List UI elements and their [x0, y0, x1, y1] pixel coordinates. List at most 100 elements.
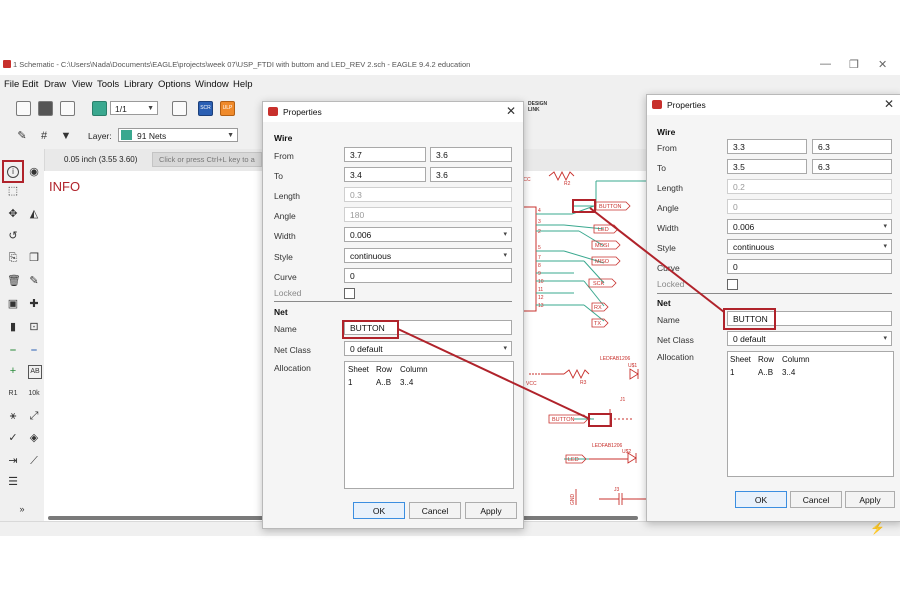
width-select[interactable]: 0.006 ▾	[344, 227, 512, 242]
cancel-button[interactable]: Cancel	[790, 491, 842, 508]
dialog-close-button[interactable]: ✕	[884, 97, 894, 111]
style-select[interactable]: continuous ▾	[727, 239, 892, 254]
alloc-cell-sheet: 1	[348, 378, 353, 387]
grid-icon[interactable]: #	[38, 130, 50, 142]
menu-file[interactable]: File	[4, 79, 19, 90]
add-part-icon[interactable]: ✚	[28, 298, 40, 310]
menu-edit[interactable]: Edit	[22, 79, 38, 90]
print-icon[interactable]	[60, 101, 75, 116]
netclass-select[interactable]: 0 default ▾	[727, 331, 892, 346]
group-icon[interactable]: ▣	[7, 298, 19, 310]
text-icon[interactable]: ☰	[7, 476, 19, 488]
label-icon[interactable]: AB	[28, 365, 42, 379]
line-icon[interactable]: ⟋	[28, 455, 40, 467]
ok-button[interactable]: OK	[735, 491, 787, 508]
pin-number: 2	[538, 229, 541, 235]
to-x-input[interactable]: 3.5	[727, 159, 807, 174]
alloc-header-sheet: Sheet	[730, 355, 751, 364]
from-y-input[interactable]: 6.3	[812, 139, 892, 154]
properties-dialog-left: Properties ✕ Wire From 3.7 3.6 To 3.4 3.…	[262, 101, 524, 529]
angle-input: 0	[727, 199, 892, 214]
menu-draw[interactable]: Draw	[44, 79, 66, 90]
menu-window[interactable]: Window	[195, 79, 229, 90]
style-label: Style	[657, 243, 676, 253]
erc-icon[interactable]: ✓	[7, 432, 19, 444]
rotate-icon[interactable]: ↺	[7, 230, 19, 242]
wrench-icon[interactable]: ✎	[28, 275, 40, 287]
junction-icon[interactable]: +	[7, 365, 19, 377]
paste-icon[interactable]: ❐	[28, 252, 40, 264]
net-label-led: LED	[598, 227, 609, 233]
to-y-input[interactable]: 6.3	[812, 159, 892, 174]
cam-icon[interactable]	[172, 101, 187, 116]
name-icon[interactable]: R1	[7, 388, 19, 400]
pin-number: 13	[538, 303, 544, 309]
draw-icon[interactable]: ✎	[16, 130, 28, 142]
from-x-input[interactable]: 3.3	[727, 139, 807, 154]
button-net-highlight-top	[572, 199, 596, 213]
minimize-button[interactable]: —	[820, 58, 831, 70]
apply-button[interactable]: Apply	[465, 502, 517, 519]
delete-icon[interactable]: 🗑	[7, 275, 21, 287]
maximize-button[interactable]: ❐	[849, 58, 859, 71]
show-icon[interactable]: ◉	[28, 166, 40, 178]
net-label-sck: SCK	[593, 281, 605, 287]
to-x-input[interactable]: 3.4	[344, 167, 426, 182]
apply-button[interactable]: Apply	[845, 491, 895, 508]
attribute-icon[interactable]: ⚹	[7, 410, 19, 422]
to-label: To	[274, 171, 283, 181]
bus-icon[interactable]: ⎯	[28, 344, 40, 356]
net-label-led-2: LED	[568, 457, 579, 463]
menu-options[interactable]: Options	[158, 79, 191, 90]
from-y-input[interactable]: 3.6	[430, 147, 512, 162]
net-label-mosi: MOSI	[595, 243, 610, 249]
net-label-rx: RX	[594, 305, 602, 311]
name-label: Name	[657, 315, 680, 325]
locked-checkbox[interactable]	[727, 279, 738, 290]
menu-library[interactable]: Library	[124, 79, 153, 90]
dialog-title: Properties	[667, 100, 706, 110]
new-file-icon[interactable]	[16, 101, 31, 116]
close-window-button[interactable]: ✕	[878, 58, 887, 71]
filter-icon[interactable]: ▼	[60, 130, 72, 142]
part-label-u2: U$2	[622, 449, 631, 455]
value-icon[interactable]: 10k	[28, 388, 40, 400]
script-icon[interactable]: SCR	[198, 101, 213, 116]
smash-icon[interactable]: ⤢	[28, 410, 40, 422]
pin-number: 4	[538, 208, 541, 214]
width-select[interactable]: 0.006 ▾	[727, 219, 892, 234]
sheet-icon[interactable]	[92, 101, 107, 116]
to-y-input[interactable]: 3.6	[430, 167, 512, 182]
select-icon[interactable]: ⬚	[7, 185, 19, 197]
layer-select[interactable]: 91 Nets ▼	[118, 128, 238, 142]
ulp-icon[interactable]: ULP	[220, 101, 235, 116]
curve-input[interactable]: 0	[344, 268, 512, 283]
chevron-down-icon: ▾	[503, 252, 507, 259]
netclass-select[interactable]: 0 default ▾	[344, 341, 512, 356]
copy-icon[interactable]: ⎘	[7, 252, 19, 264]
move-icon[interactable]: ✥	[7, 208, 19, 220]
cancel-button[interactable]: Cancel	[409, 502, 461, 519]
locked-checkbox[interactable]	[344, 288, 355, 299]
curve-input[interactable]: 0	[727, 259, 892, 274]
left-toolbox: i ◉ ⬚ ✥ ◭ ↺ ⎘ ❐ 🗑 ✎ ▣ ✚ ▮ ⊡ ⎯ ⎯ + AB R1 …	[0, 149, 45, 521]
dialog-close-button[interactable]: ✕	[506, 104, 516, 118]
command-line-input[interactable]: Click or press Ctrl+L key to a	[152, 152, 262, 167]
ok-button[interactable]: OK	[353, 502, 405, 519]
save-icon[interactable]	[38, 101, 53, 116]
net-icon[interactable]: ⎯	[7, 344, 19, 356]
tag-icon[interactable]: ◈	[28, 432, 40, 444]
sheet-select[interactable]: 1/1 ▼	[110, 101, 158, 115]
design-link-button[interactable]: DESIGN LINK	[528, 101, 554, 113]
properties-dialog-right: Properties ✕ Wire From 3.3 6.3 To 3.5 6.…	[646, 94, 900, 522]
mirror-icon[interactable]: ◭	[28, 208, 40, 220]
expand-icon[interactable]: »	[16, 503, 28, 515]
menu-view[interactable]: View	[72, 79, 92, 90]
pin-swap-icon[interactable]: ⇥	[7, 455, 19, 467]
style-select[interactable]: continuous ▾	[344, 248, 512, 263]
menu-tools[interactable]: Tools	[97, 79, 119, 90]
gate-icon[interactable]: ▮	[7, 321, 19, 333]
from-x-input[interactable]: 3.7	[344, 147, 426, 162]
menu-help[interactable]: Help	[233, 79, 253, 90]
split-icon[interactable]: ⊡	[28, 321, 40, 333]
